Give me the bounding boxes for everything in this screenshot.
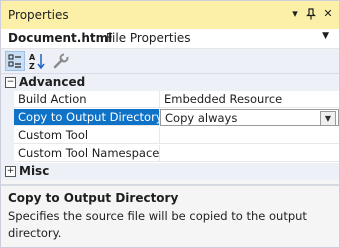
alphabetical-icon[interactable]: A Z bbox=[27, 51, 47, 71]
property-value[interactable] bbox=[160, 127, 339, 144]
window-position-dropdown-icon[interactable]: ▾ bbox=[288, 7, 302, 21]
category-advanced[interactable]: − Advanced bbox=[1, 74, 339, 91]
title-bar[interactable]: Properties ▾ ✕ bbox=[1, 1, 339, 29]
properties-toolbar: A Z bbox=[1, 49, 339, 74]
property-row-copy-to-output-directory[interactable]: Copy to Output Directory Copy always ▼ bbox=[1, 109, 339, 127]
window-title: Properties bbox=[8, 8, 69, 22]
property-value[interactable] bbox=[160, 145, 339, 162]
categorized-icon[interactable] bbox=[5, 51, 25, 71]
property-value[interactable]: Embedded Resource bbox=[160, 91, 339, 108]
object-type: File Properties bbox=[106, 31, 191, 45]
collapse-icon[interactable]: − bbox=[5, 77, 16, 88]
property-row-custom-tool[interactable]: Custom Tool bbox=[1, 127, 339, 145]
property-grid: − Advanced Build Action Embedded Resourc… bbox=[1, 74, 339, 180]
expand-icon[interactable]: + bbox=[5, 166, 16, 177]
property-name: Custom Tool Namespace bbox=[14, 145, 160, 162]
category-misc[interactable]: + Misc bbox=[1, 163, 339, 180]
property-value-combobox[interactable]: Copy always ▼ bbox=[160, 109, 339, 126]
pin-icon[interactable] bbox=[304, 7, 318, 21]
object-selector-dropdown[interactable]: Document.html File Properties ▼ bbox=[1, 29, 339, 49]
chevron-down-icon: ▼ bbox=[322, 31, 329, 41]
category-label: Advanced bbox=[19, 75, 86, 89]
property-row-custom-tool-namespace[interactable]: Custom Tool Namespace bbox=[1, 145, 339, 163]
property-row-build-action[interactable]: Build Action Embedded Resource bbox=[1, 91, 339, 109]
property-value: Copy always bbox=[165, 111, 238, 125]
object-name: Document.html bbox=[8, 31, 113, 45]
chevron-down-icon[interactable]: ▼ bbox=[320, 111, 336, 125]
close-icon[interactable]: ✕ bbox=[321, 7, 335, 21]
property-name: Custom Tool bbox=[14, 127, 160, 144]
svg-text:Z: Z bbox=[29, 62, 35, 71]
description-pane: Copy to Output Directory Specifies the s… bbox=[1, 186, 339, 247]
description-title: Copy to Output Directory bbox=[8, 191, 179, 205]
properties-window: Properties ▾ ✕ Document.html File Proper… bbox=[0, 0, 340, 248]
property-name: Build Action bbox=[14, 91, 160, 108]
property-name: Copy to Output Directory bbox=[14, 109, 160, 126]
svg-text:A: A bbox=[29, 53, 36, 62]
property-pages-wrench-icon[interactable] bbox=[51, 51, 71, 71]
category-label: Misc bbox=[19, 164, 50, 178]
description-text: Specifies the source file will be copied… bbox=[8, 209, 307, 240]
